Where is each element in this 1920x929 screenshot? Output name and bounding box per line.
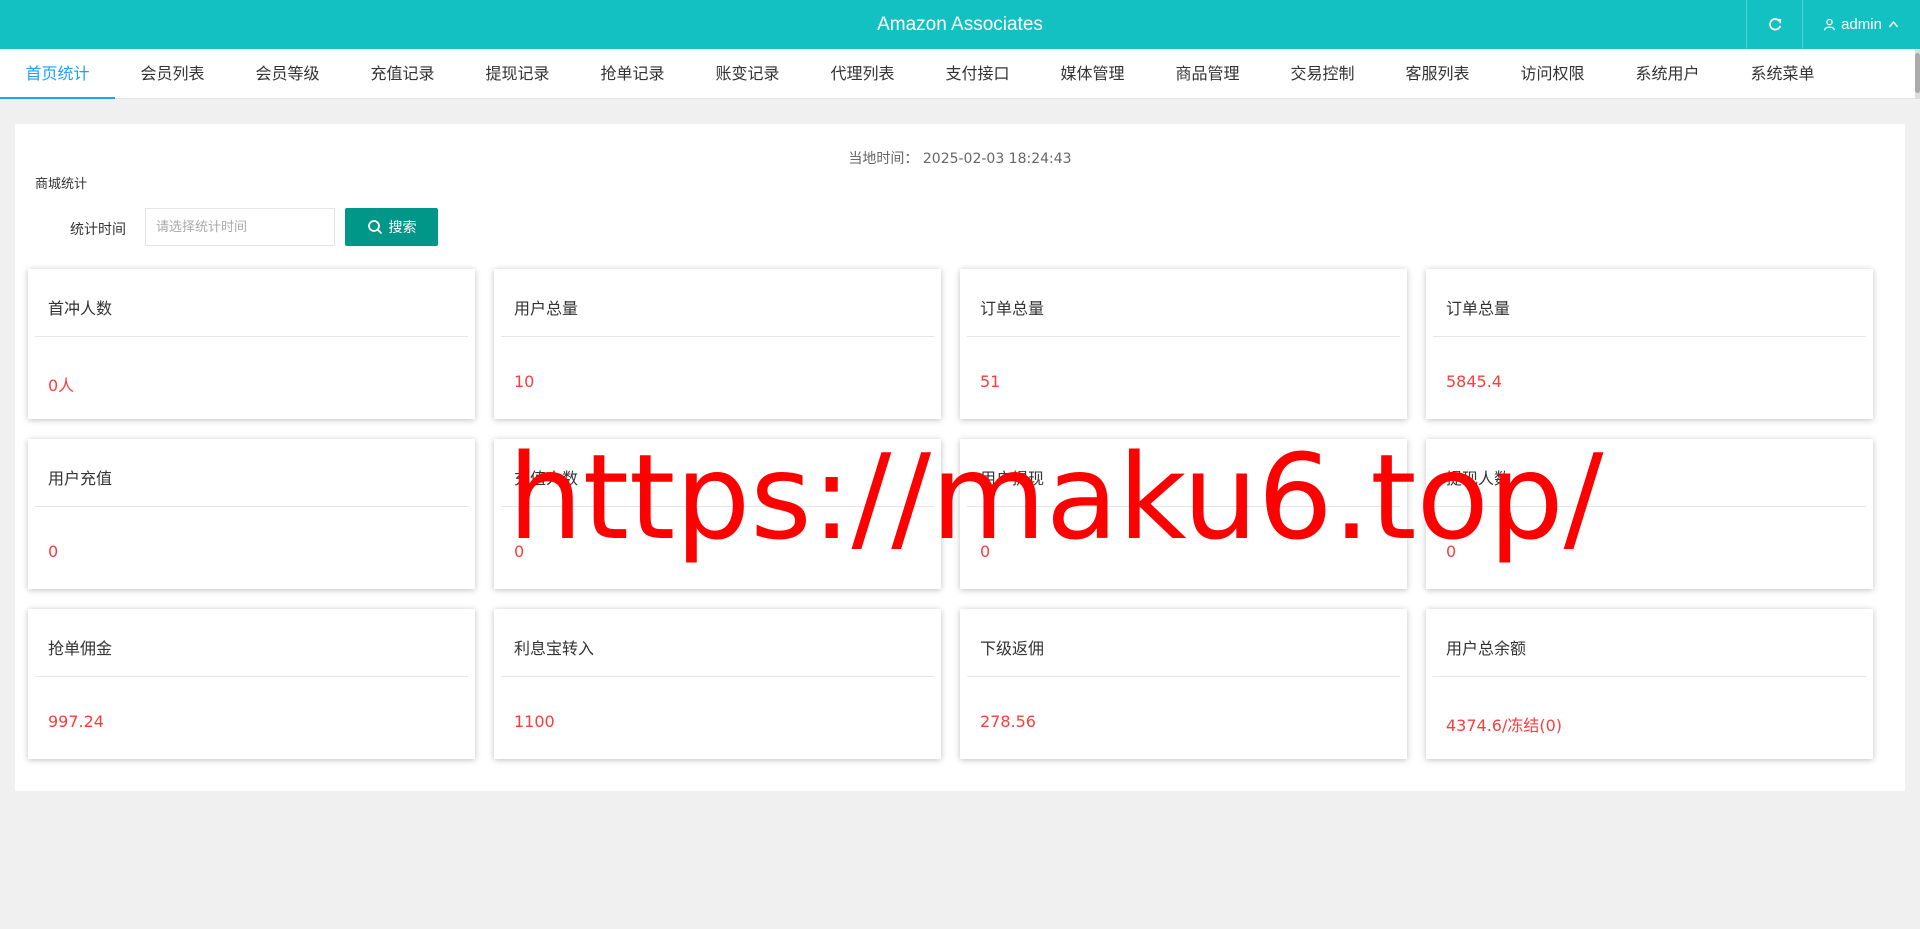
stat-card-title: 用户充值 [48,469,113,488]
stat-card: 用户总量 10 [494,269,941,419]
nav-scrollbar[interactable] [1915,49,1920,99]
stat-card-divider [501,506,934,507]
tab-3[interactable]: 会员等级 [230,49,345,99]
stat-card: 下级返佣 278.56 [960,609,1407,759]
stat-card: 用户提现 0 [960,439,1407,589]
refresh-icon [1768,17,1781,30]
tab-1[interactable]: 首页统计 [0,49,115,99]
tab-2[interactable]: 会员列表 [115,49,230,99]
filter-label: 统计时间 [70,222,126,238]
tab-8[interactable]: 代理列表 [805,49,920,99]
stat-card: 用户总余额 4374.6/冻结(0) [1426,609,1873,759]
search-button-label: 搜索 [388,220,417,236]
stats-grid: 首冲人数 0人 用户总量 10 订单总量 51 订单总量 5845.4 用户充值 0 充值人数 0 用户… [28,269,1873,759]
tab-9[interactable]: 支付接口 [920,49,1035,99]
stat-card-divider [35,676,468,677]
chevron-up-icon [1888,20,1899,28]
tab-15[interactable]: 系统用户 [1610,49,1725,99]
stat-card: 首冲人数 0人 [28,269,475,419]
search-button[interactable]: 搜索 [345,208,438,246]
stat-card-value: 0 [980,542,991,561]
stat-card-divider [501,336,934,337]
stat-card-divider [967,506,1400,507]
stat-card-divider [967,336,1400,337]
stat-card-divider [1433,506,1866,507]
stat-card: 用户充值 0 [28,439,475,589]
tab-12[interactable]: 交易控制 [1265,49,1380,99]
stat-card-title: 利息宝转入 [514,639,595,658]
main-panel: 当地时间： 2025-02-03 18:24:43 商城统计 统计时间 搜索 首… [15,124,1905,791]
tab-7[interactable]: 账变记录 [690,49,805,99]
stat-card-title: 提现人数 [1446,469,1511,488]
stat-card: 抢单佣金 997.24 [28,609,475,759]
stat-card-value: 10 [514,372,535,391]
tab-4[interactable]: 充值记录 [345,49,460,99]
stat-card: 利息宝转入 1100 [494,609,941,759]
tab-10[interactable]: 媒体管理 [1035,49,1150,99]
stat-card: 订单总量 51 [960,269,1407,419]
stat-card-divider [1433,676,1866,677]
stat-card-value: 51 [980,372,1001,391]
stat-card-title: 用户总余额 [1446,639,1527,658]
stat-card-title: 充值人数 [514,469,579,488]
stat-card: 提现人数 0 [1426,439,1873,589]
stat-card-title: 下级返佣 [980,639,1045,658]
local-time: 当地时间： 2025-02-03 18:24:43 [15,148,1905,168]
stat-card-divider [35,506,468,507]
stat-card-title: 用户提现 [980,469,1045,488]
stat-card-title: 用户总量 [514,299,579,318]
stat-card-value: 0 [48,542,59,561]
refresh-button[interactable] [1746,0,1802,49]
local-time-label: 当地时间： [848,151,919,167]
stat-card-divider [1433,336,1866,337]
stat-card-title: 订单总量 [980,299,1045,318]
stat-card-divider [35,336,468,337]
section-title: 商城统计 [35,177,88,192]
user-icon [1824,18,1836,31]
stat-card-value: 5845.4 [1446,372,1502,391]
stat-card-value: 278.56 [980,712,1036,731]
stat-time-input[interactable] [145,208,335,246]
stat-card: 订单总量 5845.4 [1426,269,1873,419]
stat-card-title: 订单总量 [1446,299,1511,318]
stat-card-value: 0 [1446,542,1457,561]
stat-card: 充值人数 0 [494,439,941,589]
tab-11[interactable]: 商品管理 [1150,49,1265,99]
user-name: admin [1841,16,1882,33]
user-menu[interactable]: admin [1802,0,1920,49]
tab-14[interactable]: 访问权限 [1495,49,1610,99]
stat-card-value: 997.24 [48,712,104,731]
tab-6[interactable]: 抢单记录 [575,49,690,99]
search-icon [367,220,382,235]
stat-card-value: 1100 [514,712,555,731]
tab-16[interactable]: 系统菜单 [1725,49,1840,99]
top-header: Amazon Associates admin [0,0,1920,49]
app-title: Amazon Associates [877,14,1043,35]
stat-card-divider [967,676,1400,677]
nav-tabs: 首页统计 会员列表 会员等级 充值记录 提现记录 抢单记录 账变记录 代理列表 支付接口 媒体管理… [0,49,1920,99]
stat-card-value: 0人 [48,376,75,395]
stat-card-value: 0 [514,542,525,561]
stat-card-value: 4374.6/冻结(0) [1446,716,1563,735]
stat-card-divider [501,676,934,677]
local-time-value: 2025-02-03 18:24:43 [922,151,1072,167]
stat-card-title: 抢单佣金 [48,639,113,658]
tab-5[interactable]: 提现记录 [460,49,575,99]
tab-13[interactable]: 客服列表 [1380,49,1495,99]
stat-card-title: 首冲人数 [48,299,113,318]
